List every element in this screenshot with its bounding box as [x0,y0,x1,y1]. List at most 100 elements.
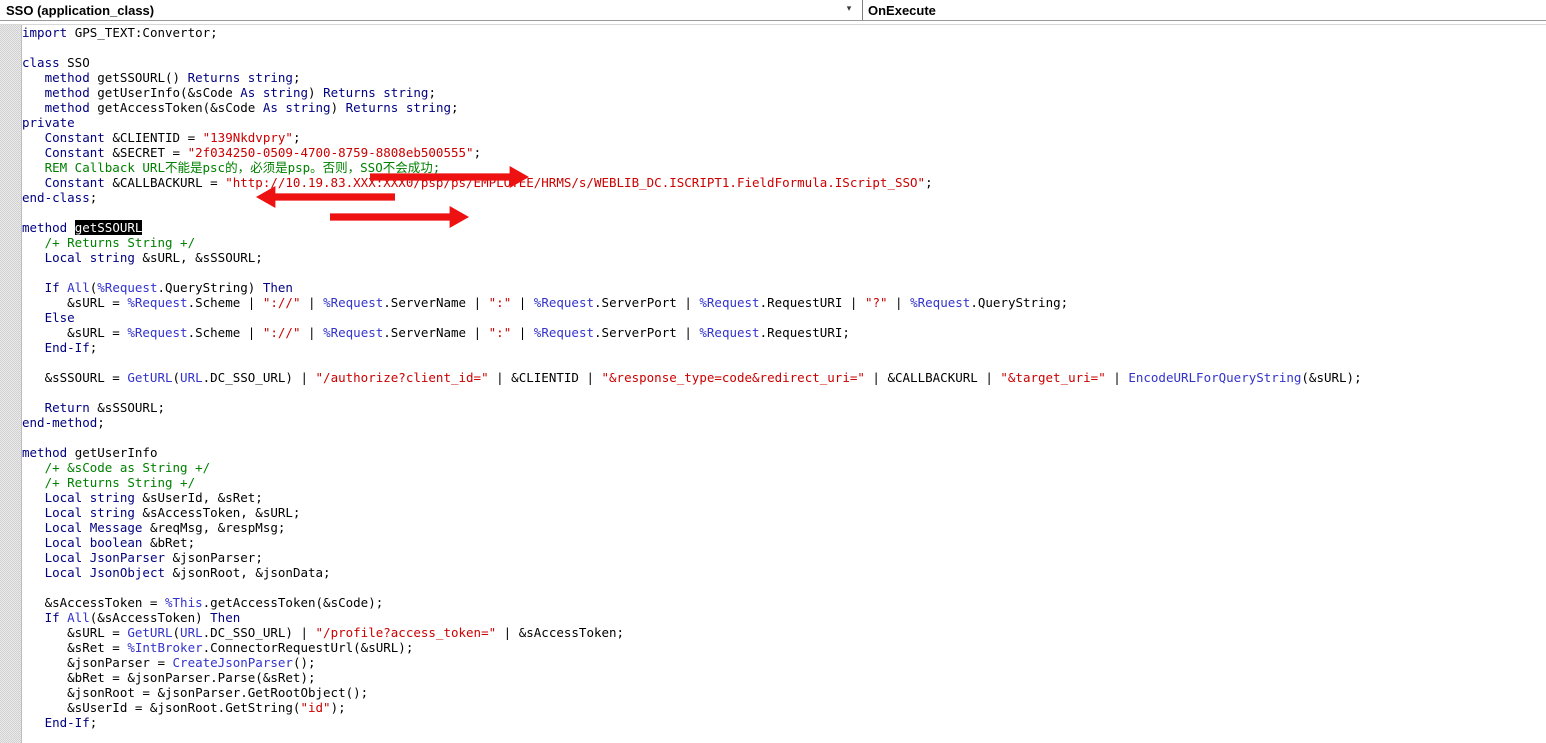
code-token: If [22,610,68,625]
code-token: GetURL [127,625,173,640]
code-token: Then [262,280,293,295]
code-token: ":" [488,295,512,310]
code-token: "/authorize?client_id=" [315,370,489,385]
code-token: %Request [533,295,595,310]
code-token: ( [172,370,181,385]
code-token: &jsonParser = [22,655,173,670]
code-token: | &CALLBACKURL | [864,370,1001,385]
code-token: (); [292,655,316,670]
code-token: .DC_SSO_URL) | [202,625,316,640]
code-token: .getAccessToken(&sCode); [202,595,384,610]
code-token: .RequestURI; [759,325,850,340]
code-token: .ServerName | [383,325,489,340]
code-line: end-method; [22,415,1546,430]
code-token: Returns [345,100,406,115]
code-token: %Request [699,325,760,340]
code-token: Else [22,310,75,325]
code-token: ":" [488,325,512,340]
code-token: | [511,295,534,310]
code-token: getUserInfo [74,445,158,460]
code-token: /+ Returns String +/ [22,475,196,490]
code-token: (&sAccessToken) [89,610,211,625]
event-dropdown[interactable]: OnExecute [863,0,1546,20]
code-line: Local Message &reqMsg, &respMsg; [22,520,1546,535]
code-token: ; [428,85,436,100]
code-token: Then [210,610,241,625]
code-line: Constant &CLIENTID = "139Nkdvpry"; [22,130,1546,145]
code-token: .DC_SSO_URL) | [202,370,316,385]
code-token: &sSSOURL; [97,400,165,415]
chevron-down-icon[interactable]: ▾ [843,3,855,15]
object-dropdown[interactable]: SSO (application_class) ▾ [0,0,863,20]
code-token: CreateJsonParser [172,655,293,670]
code-text-area[interactable]: import GPS_TEXT:Convertor; class SSO met… [22,25,1546,743]
code-token: string [405,100,452,115]
code-token: %Request [97,280,158,295]
code-token: "/profile?access_token=" [315,625,497,640]
code-token: "&response_type=code&redirect_uri=" [601,370,865,385]
code-token: string [285,100,331,115]
code-line: method getSSOURL() Returns string; [22,70,1546,85]
code-token: getSSOURL() [97,70,188,85]
code-token: ; [473,145,482,160]
code-token: &sAccessToken, &sURL; [142,505,301,520]
code-token: ; [292,70,301,85]
code-token: &sURL, &sSSOURL; [142,250,263,265]
code-token: URL [180,625,203,640]
code-token: .Scheme | [187,325,263,340]
code-line: method getUserInfo [22,445,1546,460]
code-token: Local [22,505,90,520]
code-token: %Request [699,295,760,310]
code-token: | [300,295,324,310]
code-token: .QueryString; [970,295,1069,310]
code-token: method [22,70,98,85]
code-editor[interactable]: import GPS_TEXT:Convertor; class SSO met… [0,25,1546,743]
code-line: /+ Returns String +/ [22,475,1546,490]
code-token: &sRet = [22,640,128,655]
code-token: "id" [300,700,331,715]
code-token: "?" [864,295,888,310]
code-token: ; [89,340,98,355]
code-token: &jsonRoot = &jsonParser.GetRootObject(); [22,685,369,700]
code-line: If All(&sAccessToken) Then [22,610,1546,625]
code-token: "139Nkdvpry" [202,130,293,145]
code-token: string [89,505,143,520]
code-token: "://" [262,325,301,340]
code-token: .RequestURI | [759,295,865,310]
code-line: &sURL = GetURL(URL.DC_SSO_URL) | "/profi… [22,625,1546,640]
code-token: &sUserId = &jsonRoot.GetString( [22,700,301,715]
code-token: %Request [127,325,188,340]
code-token: %Request [910,295,971,310]
code-token: URL [180,370,203,385]
code-token: GetURL [127,370,173,385]
code-line: method getAccessToken(&sCode As string) … [22,100,1546,115]
code-token: &reqMsg, &respMsg; [149,520,286,535]
code-token: method [22,100,98,115]
code-line: end-class; [22,190,1546,205]
code-token: As [240,85,263,100]
code-token: ; [292,130,301,145]
code-line: Local string &sURL, &sSSOURL; [22,250,1546,265]
code-line: &sUserId = &jsonRoot.GetString("id"); [22,700,1546,715]
code-line: Else [22,310,1546,325]
code-token: | [511,325,534,340]
code-token: ; [97,415,105,430]
code-line: Local string &sUserId, &sRet; [22,490,1546,505]
code-token: All [67,280,90,295]
code-token: string [247,70,293,85]
code-token: | [887,295,911,310]
code-token: JsonObject [89,565,173,580]
code-token: Local [22,535,90,550]
code-line: &sSSOURL = GetURL(URL.DC_SSO_URL) | "/au… [22,370,1546,385]
code-line: Local JsonParser &jsonParser; [22,550,1546,565]
code-line: &sURL = %Request.Scheme | "://" | %Reque… [22,295,1546,310]
code-token: &sUserId, &sRet; [142,490,263,505]
code-line: &sRet = %IntBroker.ConnectorRequestUrl(&… [22,640,1546,655]
code-token: ( [172,625,181,640]
code-line: &jsonParser = CreateJsonParser(); [22,655,1546,670]
code-token: .ServerPort | [594,295,700,310]
